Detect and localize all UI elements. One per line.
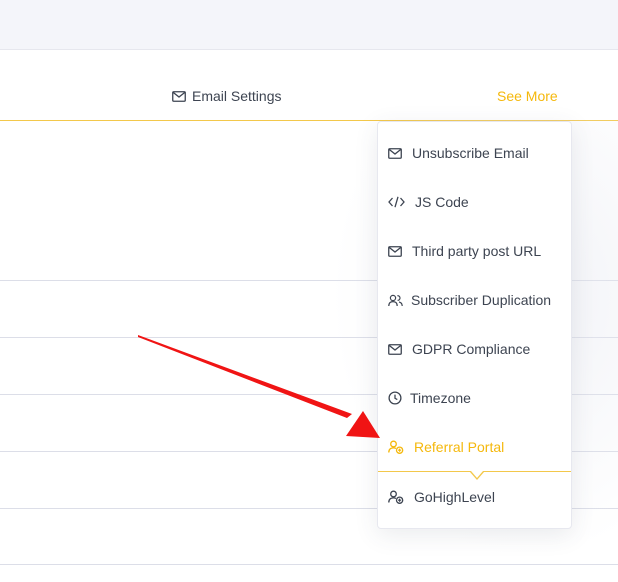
row-divider [0, 564, 618, 565]
see-more-dropdown-menu: Unsubscribe Email JS Code Third party po… [377, 121, 572, 529]
menu-item-label: Subscriber Duplication [411, 292, 552, 308]
menu-item-timezone[interactable]: Timezone [388, 386, 471, 410]
menu-item-label: GoHighLevel [414, 489, 495, 505]
menu-item-label: GDPR Compliance [412, 341, 531, 357]
user-plus-icon [388, 490, 404, 504]
menu-item-label: Timezone [410, 390, 471, 406]
clock-icon [388, 391, 402, 405]
mail-icon [388, 147, 402, 159]
page-top-band [0, 0, 618, 50]
tab-email-settings-label: Email Settings [192, 88, 282, 104]
users-icon [388, 294, 403, 306]
menu-item-label: JS Code [415, 194, 469, 210]
tab-email-settings[interactable]: Email Settings [172, 86, 281, 106]
menu-item-label: Third party post URL [412, 243, 542, 259]
menu-item-gdpr-compliance[interactable]: GDPR Compliance [388, 337, 530, 361]
active-item-caret [470, 471, 484, 480]
menu-item-referral-portal[interactable]: Referral Portal [388, 435, 504, 459]
user-plus-icon [388, 440, 404, 454]
menu-item-label: Unsubscribe Email [412, 145, 529, 161]
tab-see-more[interactable]: See More [497, 86, 558, 106]
mail-icon [388, 343, 402, 355]
menu-item-subscriber-duplication[interactable]: Subscriber Duplication [388, 288, 551, 312]
menu-item-third-party-post-url[interactable]: Third party post URL [388, 239, 541, 263]
code-icon [388, 196, 405, 208]
mail-icon [388, 245, 402, 257]
mail-icon [172, 90, 186, 102]
menu-item-label: Referral Portal [414, 439, 505, 455]
menu-item-js-code[interactable]: JS Code [388, 190, 469, 214]
tab-see-more-label: See More [497, 88, 558, 104]
menu-item-unsubscribe-email[interactable]: Unsubscribe Email [388, 141, 529, 165]
menu-item-gohighlevel[interactable]: GoHighLevel [388, 485, 495, 509]
